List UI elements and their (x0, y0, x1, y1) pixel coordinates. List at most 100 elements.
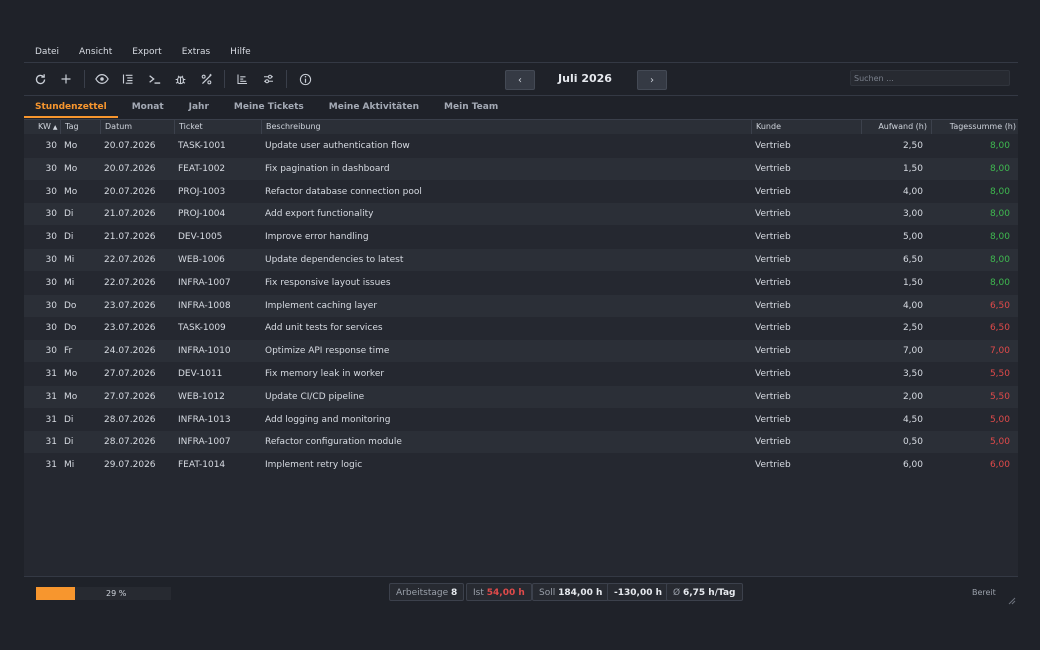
cell-tagessumme: 8,00 (989, 255, 1010, 265)
cell-tag: Mo (64, 186, 78, 197)
column-header-datum[interactable]: Datum (101, 120, 175, 134)
cell-ticket: INFRA-1010 (178, 346, 231, 357)
table-row[interactable]: 30 Fr 24.07.2026 INFRA-1010 Optimize API res… (24, 340, 1018, 363)
cell-ticket: WEB-1006 (178, 255, 225, 265)
cell-tagessumme: 8,00 (989, 232, 1010, 243)
cell-datum: 28.07.2026 (104, 437, 156, 448)
tab-jahr[interactable]: Jahr (178, 96, 220, 118)
cell-kunde: Vertrieb (755, 255, 791, 265)
table-row[interactable]: 30 Do 23.07.2026 TASK-1009 Add unit tests fo… (24, 317, 1018, 339)
refresh-icon[interactable] (32, 71, 48, 87)
tab-monat[interactable]: Monat (121, 96, 175, 118)
column-header-beschreibung[interactable]: Beschreibung (262, 120, 752, 134)
column-header-kw[interactable]: KW ▲ (24, 120, 61, 134)
table-row[interactable]: 30 Di 21.07.2026 PROJ-1004 Add export functi… (24, 203, 1018, 226)
cell-kunde: Vertrieb (755, 346, 791, 357)
cell-tagessumme: 8,00 (989, 277, 1010, 288)
cell-kw: 31 (45, 414, 57, 425)
table-row[interactable]: 31 Di 28.07.2026 INFRA-1013 Add logging and … (24, 409, 1018, 431)
table-row[interactable]: 30 Mo 20.07.2026 TASK-1001 Update user authe… (24, 135, 1018, 157)
tab-meine-aktivitaeten[interactable]: Meine Aktivitäten (318, 96, 430, 118)
table-row[interactable]: 30 Do 23.07.2026 INFRA-1008 Implement cachin… (24, 294, 1018, 317)
cell-aufwand: 7,00 (902, 346, 923, 357)
cell-aufwand: 1,50 (902, 163, 923, 174)
cell-aufwand: 4,50 (902, 414, 923, 425)
align-left-chart-icon[interactable] (234, 71, 250, 87)
tab-stundenzettel[interactable]: Stundenzettel (24, 96, 118, 118)
info-icon[interactable] (297, 71, 313, 87)
cell-tagessumme: 5,00 (989, 437, 1010, 448)
cell-tag: Di (64, 232, 74, 243)
cell-beschreibung: Refactor database connection pool (265, 186, 422, 197)
column-header-kunde[interactable]: Kunde (752, 120, 862, 134)
cell-aufwand: 1,50 (902, 277, 923, 288)
cell-tag: Di (64, 437, 74, 448)
table-row[interactable]: 31 Mo 27.07.2026 WEB-1012 Update CI/CD pipel… (24, 385, 1018, 408)
ist-chip: Ist 54,00 h (466, 583, 532, 601)
cell-datum: 22.07.2026 (104, 255, 156, 265)
cell-datum: 27.07.2026 (104, 391, 156, 402)
list-indent-icon[interactable] (120, 71, 136, 87)
cell-kw: 30 (45, 209, 57, 220)
cell-tag: Fr (64, 346, 73, 357)
cell-tag: Mo (64, 163, 78, 174)
table-row[interactable]: 30 Mo 20.07.2026 FEAT-1002 Fix pagination in… (24, 157, 1018, 180)
column-header-tag[interactable]: Tag (61, 120, 101, 134)
cell-beschreibung: Update user authentication flow (265, 141, 410, 151)
cell-beschreibung: Add unit tests for services (265, 323, 383, 334)
table-row[interactable]: 30 Mi 22.07.2026 INFRA-1007 Fix responsive l… (24, 272, 1018, 294)
tab-meine-tickets[interactable]: Meine Tickets (223, 96, 315, 118)
eye-icon[interactable] (94, 71, 110, 87)
table-row[interactable]: 31 Di 28.07.2026 INFRA-1007 Refactor configu… (24, 431, 1018, 454)
chevron-right-icon: › (650, 74, 654, 86)
menu-datei[interactable]: Datei (35, 47, 59, 57)
cell-kunde: Vertrieb (755, 323, 791, 334)
cell-aufwand: 3,50 (902, 369, 923, 379)
cell-aufwand: 5,00 (902, 232, 923, 243)
cell-tagessumme: 5,00 (989, 414, 1010, 425)
prev-month-button[interactable]: ‹ (505, 70, 535, 90)
cell-datum: 20.07.2026 (104, 141, 156, 151)
cell-beschreibung: Implement caching layer (265, 300, 378, 311)
bug-icon[interactable] (172, 71, 188, 87)
table-row[interactable]: 31 Mi 29.07.2026 FEAT-1014 Implement retry l… (24, 454, 1018, 476)
resize-grip-icon[interactable] (1008, 597, 1016, 605)
cell-tag: Mo (64, 141, 78, 151)
table-row[interactable]: 30 Di 21.07.2026 DEV-1005 Improve error hand… (24, 226, 1018, 248)
cell-kw: 30 (45, 163, 57, 174)
menu-hilfe[interactable]: Hilfe (230, 47, 250, 57)
column-header-ticket[interactable]: Ticket (175, 120, 262, 134)
cell-datum: 23.07.2026 (104, 300, 156, 311)
cell-ticket: TASK-1001 (178, 141, 226, 151)
tab-mein-team[interactable]: Mein Team (433, 96, 509, 118)
menu-export[interactable]: Export (132, 47, 161, 57)
column-header-tagessumme[interactable]: Tagessumme (h) (932, 120, 1018, 134)
terminal-icon[interactable] (146, 71, 162, 87)
percent-magic-icon[interactable] (198, 71, 214, 87)
progress-bar: 29 % (36, 587, 171, 600)
cell-aufwand: 4,00 (902, 300, 923, 311)
add-icon[interactable] (58, 71, 74, 87)
table-row[interactable]: 30 Mi 22.07.2026 WEB-1006 Update dependencie… (24, 249, 1018, 271)
menu-extras[interactable]: Extras (182, 47, 210, 57)
cell-tagessumme: 8,00 (989, 163, 1010, 174)
menu-bar: Datei Ansicht Export Extras Hilfe (24, 42, 1018, 63)
sliders-icon[interactable] (260, 71, 276, 87)
cell-beschreibung: Implement retry logic (265, 460, 363, 471)
average-chip: Ø 6,75 h/Tag (666, 583, 743, 601)
next-month-button[interactable]: › (637, 70, 667, 90)
toolbar-separator (286, 70, 287, 88)
cell-ticket: INFRA-1007 (178, 437, 231, 448)
cell-tagessumme: 5,50 (989, 369, 1010, 379)
column-header-aufwand[interactable]: Aufwand (h) (862, 120, 932, 134)
table-row[interactable]: 31 Mo 27.07.2026 DEV-1011 Fix memory leak in… (24, 363, 1018, 385)
cell-beschreibung: Fix responsive layout issues (265, 277, 391, 288)
cell-tag: Mi (64, 460, 75, 471)
cell-tag: Mo (64, 369, 78, 379)
menu-ansicht[interactable]: Ansicht (79, 47, 112, 57)
search-input[interactable]: Suchen ... (850, 70, 1010, 86)
table-row[interactable]: 30 Mo 20.07.2026 PROJ-1003 Refactor database… (24, 181, 1018, 203)
arbeitstage-chip: Arbeitstage 8 (389, 583, 465, 601)
cell-beschreibung: Update CI/CD pipeline (265, 391, 365, 402)
cell-datum: 28.07.2026 (104, 414, 156, 425)
